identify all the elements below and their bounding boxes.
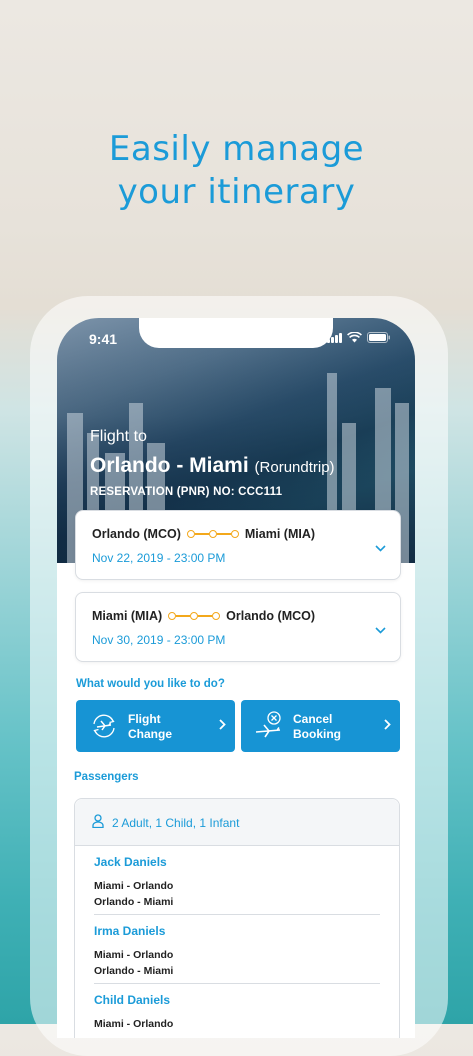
flight-date: Nov 30, 2019 - 23:00 PM <box>92 633 226 647</box>
reservation-number: RESERVATION (PNR) NO: CCC111 <box>90 486 283 498</box>
passenger-segment: Miami - Orlando <box>94 880 174 892</box>
cancel-booking-label-line1: Cancel <box>293 712 333 726</box>
wifi-icon <box>347 332 362 343</box>
destination: Orlando (MCO) <box>226 609 316 623</box>
chevron-down-icon[interactable] <box>375 541 386 555</box>
passengers-heading: Passengers <box>74 771 139 783</box>
flight-to-label: Flight to <box>90 428 147 445</box>
actions-question: What would you like to do? <box>76 678 225 690</box>
cancel-flight-icon <box>255 711 281 738</box>
passenger-segment: Orlando - Miami <box>94 896 174 908</box>
passenger-name: Child Daniels <box>94 993 171 1007</box>
passengers-panel: 2 Adult, 1 Child, 1 Infant Jack Daniels … <box>74 798 400 1038</box>
flight-change-label-line1: Flight <box>128 712 161 726</box>
flight-card-return[interactable]: Miami (MIA) Orlando (MCO) Nov 30, 2019 -… <box>75 592 401 662</box>
passenger-item: Child Daniels Miami - Orlando <box>94 993 173 1032</box>
route-title: Orlando - Miami (Rorundtrip) <box>90 454 335 478</box>
passenger-item: Jack Daniels Miami - Orlando Orlando - M… <box>94 855 173 910</box>
divider <box>94 914 380 915</box>
route-dots-icon <box>168 612 221 620</box>
flight-change-label: Flight Change <box>128 712 198 742</box>
phone-screen: 9:41 Flight to Orlando - Miami (Rorundtr… <box>57 318 415 1038</box>
headline-line-2: your itinerary <box>117 172 356 212</box>
chevron-down-icon[interactable] <box>375 623 386 637</box>
passenger-summary[interactable]: 2 Adult, 1 Child, 1 Infant <box>75 799 399 846</box>
passenger-segment: Miami - Orlando <box>94 949 174 961</box>
cancel-booking-label: Cancel Booking <box>293 712 363 742</box>
passenger-segment: Orlando - Miami <box>94 965 174 977</box>
status-time: 9:41 <box>89 331 118 347</box>
route-name: Orlando - Miami <box>90 454 249 477</box>
status-icons <box>327 332 391 343</box>
headline-line-1: Easily manage <box>108 129 365 169</box>
passenger-name: Irma Daniels <box>94 924 166 938</box>
flight-change-label-line2: Change <box>128 727 173 741</box>
destination: Miami (MIA) <box>244 527 316 541</box>
chevron-right-icon <box>384 717 391 733</box>
route-dots-icon <box>186 530 239 538</box>
flight-date: Nov 22, 2019 - 23:00 PM <box>92 551 226 565</box>
passenger-item: Irma Daniels Miami - Orlando Orlando - M… <box>94 924 173 979</box>
flight-change-button[interactable]: Flight Change <box>76 700 235 752</box>
divider <box>94 983 380 984</box>
origin: Orlando (MCO) <box>92 527 181 541</box>
passenger-segment: Miami - Orlando <box>94 1018 174 1030</box>
trip-type: (Rorundtrip) <box>254 459 335 476</box>
cancel-booking-button[interactable]: Cancel Booking <box>241 700 400 752</box>
flight-card-outbound[interactable]: Orlando (MCO) Miami (MIA) Nov 22, 2019 -… <box>75 510 401 580</box>
cancel-booking-label-line2: Booking <box>293 727 341 741</box>
battery-icon <box>367 332 390 343</box>
headline: Easily manage your itinerary <box>0 128 473 214</box>
flight-route: Miami (MIA) Orlando (MCO) <box>92 609 315 623</box>
flight-route: Orlando (MCO) Miami (MIA) <box>92 527 315 541</box>
signal-icon <box>327 332 342 343</box>
passenger-name: Jack Daniels <box>94 855 167 869</box>
person-icon <box>92 814 104 828</box>
origin: Miami (MIA) <box>92 609 163 623</box>
phone-notch <box>139 318 333 348</box>
flight-change-icon <box>93 714 115 738</box>
chevron-right-icon <box>219 717 226 733</box>
passenger-summary-text: 2 Adult, 1 Child, 1 Infant <box>112 816 240 830</box>
